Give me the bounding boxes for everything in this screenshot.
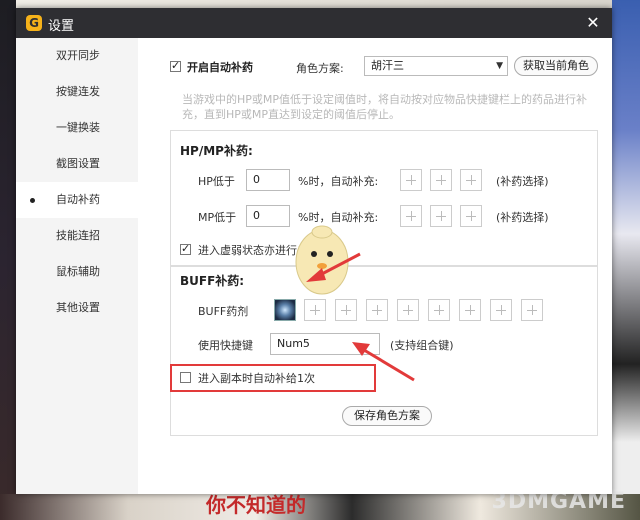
dungeon-supply-label: 进入副本时自动补给1次: [198, 372, 315, 385]
sidebar-item-label: 技能连招: [56, 229, 100, 242]
hp-threshold-label: HP低于: [198, 175, 235, 188]
sidebar-item-label: 截图设置: [56, 157, 100, 170]
get-current-role-button[interactable]: 获取当前角色: [514, 56, 598, 76]
sidebar-item-label: 双开同步: [56, 49, 100, 62]
buff-slot-3[interactable]: [366, 299, 388, 321]
sidebar-item-other[interactable]: 其他设置: [16, 290, 138, 326]
sidebar-item-mouse-assist[interactable]: 鼠标辅助: [16, 254, 138, 290]
close-icon[interactable]: ✕: [582, 12, 604, 34]
mp-potion-slot-1[interactable]: [400, 205, 422, 227]
window-title: 设置: [48, 19, 75, 34]
weak-state-label: 进入虚弱状态亦进行自动补药: [198, 244, 341, 257]
dungeon-supply-checkbox[interactable]: [180, 372, 191, 383]
sidebar-item-label: 一键换装: [56, 121, 100, 134]
hp-potion-slot-3[interactable]: [460, 169, 482, 191]
enable-auto-potion-checkbox[interactable]: [170, 59, 181, 72]
sidebar-item-auto-potion[interactable]: 自动补药: [16, 182, 138, 218]
enable-auto-potion-label: 开启自动补药: [187, 61, 253, 74]
mp-potion-slot-3[interactable]: [460, 205, 482, 227]
mp-threshold-input[interactable]: 0: [246, 205, 290, 227]
settings-dialog: G 设置 ✕ 双开同步 按键连发 一键换装 截图设置 自动补药 技能连招 鼠标辅…: [16, 8, 612, 494]
mp-potion-slot-2[interactable]: [430, 205, 452, 227]
buff-slot-1[interactable]: [304, 299, 326, 321]
buff-slot-7[interactable]: [490, 299, 512, 321]
auto-potion-panel: 开启自动补药 角色方案: 胡汗三 ▼ 获取当前角色 当游戏中的HP或MP值低于设…: [138, 38, 612, 494]
mp-select-hint: (补药选择): [496, 211, 549, 224]
background-left: [0, 0, 16, 520]
sidebar-item-label: 其他设置: [56, 301, 100, 314]
sidebar-item-label: 按键连发: [56, 85, 100, 98]
buff-potion-item-icon[interactable]: [274, 299, 296, 321]
buff-slot-2[interactable]: [335, 299, 357, 321]
role-scheme-select[interactable]: 胡汗三 ▼: [364, 56, 508, 76]
chevron-down-icon: ▼: [496, 61, 503, 71]
sidebar-item-outfit-swap[interactable]: 一键换装: [16, 110, 138, 146]
sidebar-item-label: 自动补药: [56, 193, 100, 206]
hp-percent-suffix: %时，自动补充:: [298, 175, 379, 188]
hotkey-label: 使用快捷键: [198, 339, 253, 352]
app-logo-icon: G: [26, 15, 42, 31]
settings-sidebar: 双开同步 按键连发 一键换装 截图设置 自动补药 技能连招 鼠标辅助 其他设置: [16, 38, 138, 494]
sidebar-item-label: 鼠标辅助: [56, 265, 100, 278]
auto-potion-description: 当游戏中的HP或MP值低于设定阈值时，将自动按对应物品快捷键栏上的药品进行补充，…: [182, 93, 588, 121]
hp-potion-slot-2[interactable]: [430, 169, 452, 191]
hp-select-hint: (补药选择): [496, 175, 549, 188]
buff-slot-8[interactable]: [521, 299, 543, 321]
combo-key-hint: (支持组合键): [390, 339, 454, 352]
role-scheme-label: 角色方案:: [296, 62, 344, 75]
buff-slot-4[interactable]: [397, 299, 419, 321]
buff-section-title: BUFF补药:: [180, 274, 245, 288]
buff-potion-label: BUFF药剂: [198, 305, 249, 318]
mp-percent-suffix: %时，自动补充:: [298, 211, 379, 224]
sidebar-item-key-repeat[interactable]: 按键连发: [16, 74, 138, 110]
buff-slot-6[interactable]: [459, 299, 481, 321]
background-top: [0, 0, 640, 8]
role-scheme-value: 胡汗三: [371, 59, 404, 72]
hp-potion-slot-1[interactable]: [400, 169, 422, 191]
mp-threshold-label: MP低于: [198, 211, 237, 224]
weak-state-checkbox[interactable]: [180, 242, 191, 255]
active-dot-icon: [30, 198, 35, 203]
save-role-scheme-button[interactable]: 保存角色方案: [342, 406, 432, 426]
sidebar-item-skill-combo[interactable]: 技能连招: [16, 218, 138, 254]
sidebar-item-dual-sync[interactable]: 双开同步: [16, 38, 138, 74]
hotkey-input[interactable]: Num5: [270, 333, 380, 355]
hp-threshold-input[interactable]: 0: [246, 169, 290, 191]
hpmp-section-title: HP/MP补药:: [180, 144, 253, 158]
background-right: [612, 0, 640, 520]
sidebar-item-screenshot[interactable]: 截图设置: [16, 146, 138, 182]
title-bar: G 设置 ✕: [16, 8, 612, 38]
buff-slot-5[interactable]: [428, 299, 450, 321]
